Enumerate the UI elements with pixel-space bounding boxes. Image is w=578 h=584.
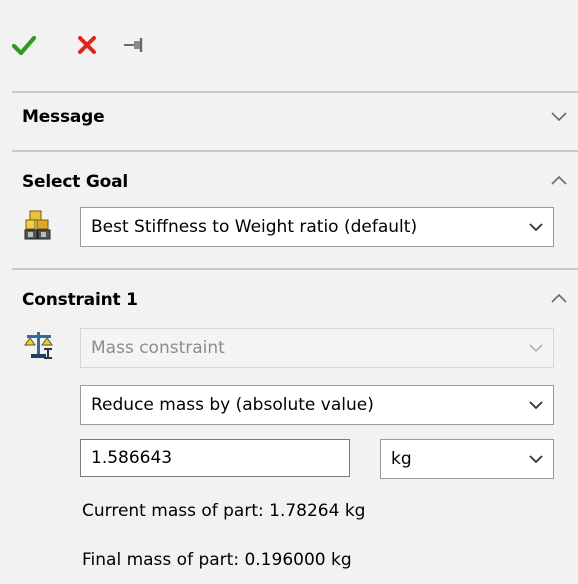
goal-select[interactable]: Best Stiffness to Weight ratio (default) <box>80 207 554 247</box>
constraint-mode-select[interactable]: Reduce mass by (absolute value) <box>80 385 554 425</box>
chevron-down-icon <box>529 440 543 478</box>
mass-amount-input[interactable]: 1.586643 <box>80 439 350 477</box>
ok-button[interactable] <box>9 28 39 62</box>
close-icon <box>78 36 96 54</box>
current-mass-label: Current mass of part: 1.78264 kg <box>82 501 366 521</box>
chevron-down-icon <box>529 208 543 246</box>
chevron-down-icon <box>529 386 543 424</box>
mass-unit-select[interactable]: kg <box>380 439 554 479</box>
collapse-chevron-icon[interactable] <box>548 169 570 191</box>
constraint-1-section: Constraint 1 Mass constraint Reduce mass… <box>0 270 578 584</box>
cancel-button[interactable] <box>72 28 102 62</box>
expand-chevron-icon[interactable] <box>548 106 570 128</box>
constraint-1-title[interactable]: Constraint 1 <box>22 290 138 310</box>
property-manager-toolbar <box>0 0 578 92</box>
mass-unit-value: kg <box>391 449 412 469</box>
balance-scale-icon <box>24 332 53 359</box>
constraint-type-value: Mass constraint <box>91 338 225 358</box>
constraint-type-select[interactable]: Mass constraint <box>80 328 554 368</box>
final-mass-label: Final mass of part: 0.196000 kg <box>82 550 352 570</box>
collapse-chevron-icon[interactable] <box>548 287 570 309</box>
select-goal-section: Select Goal Best Stiffness to Weight rat… <box>0 152 578 268</box>
constraint-mode-value: Reduce mass by (absolute value) <box>91 395 374 415</box>
pin-button[interactable] <box>120 28 150 62</box>
message-section-title[interactable]: Message <box>22 107 105 127</box>
pushpin-icon <box>124 38 143 52</box>
chevron-down-icon <box>529 329 543 367</box>
weights-icon <box>24 210 51 240</box>
message-section: Message <box>0 93 578 149</box>
select-goal-title[interactable]: Select Goal <box>22 172 128 192</box>
goal-select-value: Best Stiffness to Weight ratio (default) <box>91 217 418 237</box>
checkmark-icon <box>11 35 37 56</box>
